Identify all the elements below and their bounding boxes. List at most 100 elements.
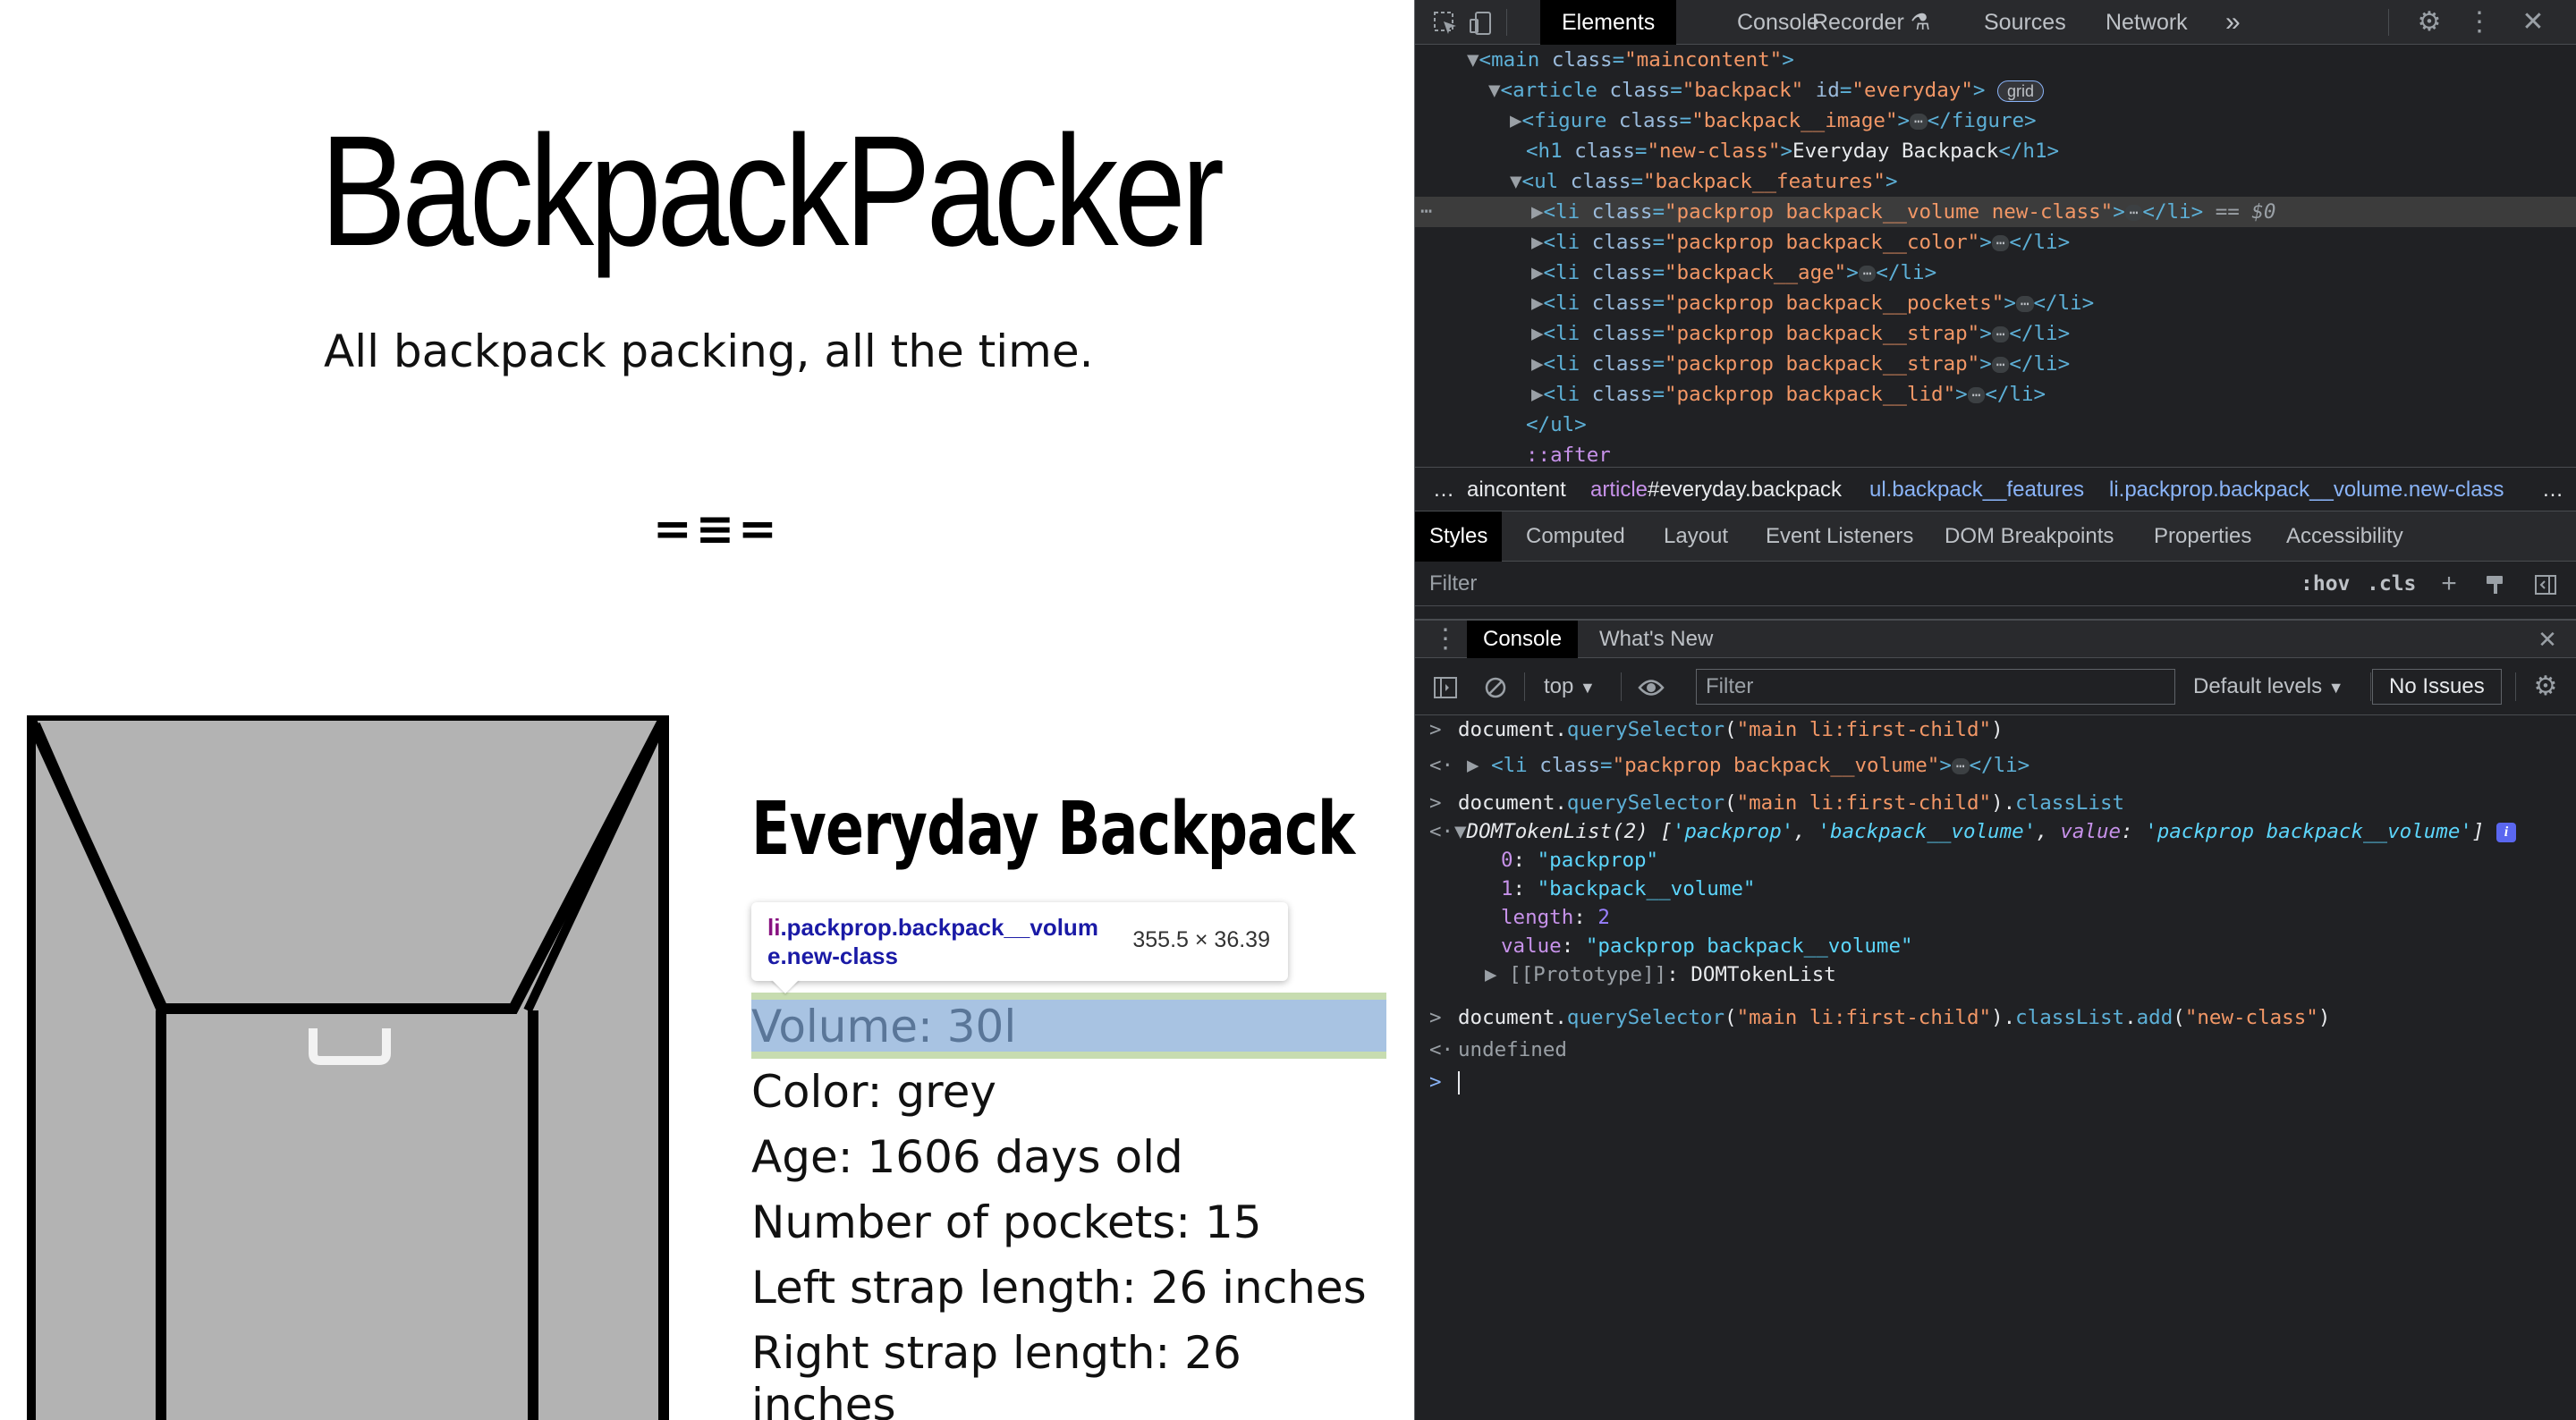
console-result-line: <· undefined bbox=[1415, 1035, 2576, 1064]
issues-button[interactable]: No Issues bbox=[2372, 669, 2502, 705]
feature-age: Age: 1606 days old bbox=[751, 1131, 1183, 1183]
grid-badge[interactable]: grid bbox=[1996, 80, 2044, 102]
kebab-menu-icon[interactable]: ⋮ bbox=[2462, 0, 2497, 45]
context-selector[interactable]: top ▼ bbox=[1544, 658, 1596, 716]
tooltip-arrow bbox=[771, 979, 800, 993]
console-filter-input[interactable]: Filter bbox=[1696, 669, 2175, 705]
tooltip-dimensions: 355.5 × 36.39 bbox=[1132, 927, 1270, 952]
dom-node-li-color[interactable]: ▶<li class="packprop backpack__color"> ⋯ <… bbox=[1415, 227, 2576, 258]
tab-recorder[interactable]: Recorder ⚗ bbox=[1812, 0, 1930, 45]
tab-properties[interactable]: Properties bbox=[2154, 511, 2251, 562]
dom-node-li-volume-selected[interactable]: ⋯ ▶<li class="packprop backpack__volume n… bbox=[1415, 197, 2576, 227]
collapsed-ellipsis-icon[interactable]: ⋯ bbox=[1991, 325, 2010, 342]
drawer-menu-icon[interactable]: ⋮ bbox=[1428, 621, 1463, 658]
collapsed-ellipsis-icon[interactable]: ⋯ bbox=[1991, 234, 2010, 251]
device-toolbar-icon[interactable] bbox=[1463, 0, 1499, 45]
dom-node-article[interactable]: ▼<article class="backpack" id="everyday"… bbox=[1415, 75, 2576, 106]
breadcrumb-scroll-left[interactable]: … bbox=[1433, 468, 1454, 512]
dom-node-main[interactable]: ▼<main class="maincontent"> bbox=[1415, 45, 2576, 75]
clear-console-icon[interactable] bbox=[1478, 658, 1513, 715]
inspect-element-icon[interactable] bbox=[1428, 0, 1463, 45]
tab-computed[interactable]: Computed bbox=[1526, 511, 1625, 562]
live-expression-eye-icon[interactable] bbox=[1633, 658, 1669, 715]
dom-node-li-lid[interactable]: ▶<li class="packprop backpack__lid"> ⋯ </l… bbox=[1415, 379, 2576, 410]
dropdown-arrow-icon: ▼ bbox=[1580, 679, 1596, 697]
collapsed-ellipsis-icon[interactable]: ⋯ bbox=[1951, 757, 1970, 774]
collapsed-ellipsis-icon[interactable]: ⋯ bbox=[1910, 113, 1928, 130]
section-divider: =≡= bbox=[653, 503, 781, 556]
console-sidebar-icon[interactable] bbox=[1428, 658, 1463, 715]
styles-filter-input[interactable]: Filter bbox=[1420, 567, 2279, 601]
info-icon[interactable]: i bbox=[2496, 822, 2517, 842]
toolbar-separator-right bbox=[2388, 9, 2389, 36]
console-result-line[interactable]: <· ▶ <li class="packprop backpack__volum… bbox=[1415, 751, 2576, 780]
feature-color: Color: grey bbox=[751, 1066, 996, 1118]
node-actions-icon[interactable]: ⋯ bbox=[1420, 197, 1432, 227]
close-drawer-icon[interactable]: ✕ bbox=[2529, 621, 2565, 658]
prompt-chevron-icon: > bbox=[1429, 1070, 1442, 1094]
prompt-chevron-icon: > bbox=[1429, 791, 1442, 815]
console-prop-line: value: "packprop backpack__volume" bbox=[1501, 934, 1913, 958]
toolbar-separator bbox=[1524, 672, 1525, 701]
collapsed-ellipsis-icon[interactable]: ⋯ bbox=[2015, 295, 2034, 312]
more-tabs-icon[interactable]: » bbox=[2225, 0, 2241, 45]
backpack-image bbox=[27, 715, 669, 1420]
prompt-chevron-icon: > bbox=[1429, 718, 1442, 741]
devtools-panel: Elements Console Recorder ⚗ Sources Netw… bbox=[1415, 0, 2576, 1420]
console-prototype-line[interactable]: ▶ [[Prototype]]: DOMTokenList bbox=[1415, 960, 2576, 989]
result-arrow-icon: <· bbox=[1429, 754, 1454, 777]
close-devtools-icon[interactable]: ✕ bbox=[2515, 0, 2551, 45]
prompt-chevron-icon: > bbox=[1429, 1006, 1442, 1029]
tab-console[interactable]: Console bbox=[1737, 0, 1819, 45]
result-arrow-icon: <· bbox=[1429, 820, 1454, 843]
dom-node-figure[interactable]: ▶<figure class="backpack__image"> ⋯ </figu… bbox=[1415, 106, 2576, 136]
console-prompt-input[interactable]: > bbox=[1415, 1068, 2576, 1096]
console-prop-line: 0: "packprop" bbox=[1501, 849, 1659, 872]
breadcrumb-li[interactable]: li.packprop.backpack__volume.new-class bbox=[2109, 468, 2504, 512]
collapsed-ellipsis-icon[interactable]: ⋯ bbox=[1858, 265, 1877, 282]
toolbar-separator bbox=[1621, 672, 1622, 701]
breadcrumb-scroll-right[interactable]: … bbox=[2542, 468, 2563, 512]
tab-elements[interactable]: Elements bbox=[1540, 0, 1677, 45]
console-toolbar: top ▼ Filter Default levels ▼ No Issues … bbox=[1415, 658, 2576, 715]
tab-sources[interactable]: Sources bbox=[1984, 0, 2066, 45]
drawer-tab-console[interactable]: Console bbox=[1467, 621, 1579, 658]
dom-node-ul[interactable]: ▼<ul class="backpack__features"> bbox=[1415, 166, 2576, 197]
tab-layout[interactable]: Layout bbox=[1664, 511, 1728, 562]
drawer-tab-whats-new[interactable]: What's New bbox=[1599, 621, 1713, 658]
hov-toggle[interactable]: :hov bbox=[2301, 562, 2350, 606]
collapsed-ellipsis-icon[interactable]: ⋯ bbox=[2124, 204, 2143, 221]
collapsed-ellipsis-icon[interactable]: ⋯ bbox=[1991, 356, 2010, 373]
tab-dom-breakpoints[interactable]: DOM Breakpoints bbox=[1945, 511, 2114, 562]
feature-left-strap: Left strap length: 26 inches bbox=[751, 1262, 1367, 1314]
devtools-main-toolbar: Elements Console Recorder ⚗ Sources Netw… bbox=[1415, 0, 2576, 45]
breadcrumb-article[interactable]: article#everyday.backpack bbox=[1590, 468, 1842, 512]
cls-toggle[interactable]: .cls bbox=[2367, 562, 2416, 606]
new-style-rule-icon[interactable]: + bbox=[2431, 562, 2467, 606]
tab-network[interactable]: Network bbox=[2106, 0, 2188, 45]
computed-styles-paint-icon[interactable] bbox=[2478, 562, 2513, 606]
breadcrumb-maincontent[interactable]: aincontent bbox=[1467, 468, 1566, 512]
log-levels-dropdown[interactable]: Default levels ▼ bbox=[2193, 658, 2344, 716]
dom-node-li-strap-left[interactable]: ▶<li class="packprop backpack__strap"> ⋯ <… bbox=[1415, 318, 2576, 349]
tab-accessibility[interactable]: Accessibility bbox=[2286, 511, 2403, 562]
collapsed-ellipsis-icon[interactable]: ⋯ bbox=[1967, 386, 1986, 403]
site-tagline: All backpack packing, all the time. bbox=[324, 325, 1094, 377]
dom-node-ul-close[interactable]: </ul> bbox=[1415, 410, 2576, 440]
console-output: > document.querySelector("main li:first-… bbox=[1415, 715, 2576, 1420]
dom-node-li-strap-right[interactable]: ▶<li class="packprop backpack__strap"> ⋯ <… bbox=[1415, 349, 2576, 379]
site-title: BackpackPacker bbox=[320, 104, 1224, 279]
tab-event-listeners[interactable]: Event Listeners bbox=[1766, 511, 1913, 562]
elements-subtabs: Styles Computed Layout Event Listeners D… bbox=[1415, 511, 2576, 562]
dom-node-after[interactable]: ::after bbox=[1415, 440, 2576, 470]
breadcrumb-ul[interactable]: ul.backpack__features bbox=[1869, 468, 2084, 512]
dom-node-li-pockets[interactable]: ▶<li class="packprop backpack__pockets">… bbox=[1415, 288, 2576, 318]
settings-gear-icon[interactable]: ⚙ bbox=[2411, 0, 2447, 45]
tab-styles[interactable]: Styles bbox=[1415, 511, 1503, 562]
console-result-line[interactable]: <· ▼DOMTokenList(2) ['packprop', 'backpa… bbox=[1415, 817, 2576, 846]
toggle-sidebar-icon[interactable] bbox=[2528, 562, 2563, 606]
dom-node-li-age[interactable]: ▶<li class="backpack__age"> ⋯ </li> bbox=[1415, 258, 2576, 288]
console-settings-gear-icon[interactable]: ⚙ bbox=[2528, 658, 2563, 715]
result-arrow-icon: <· bbox=[1429, 1038, 1454, 1061]
dom-node-h1[interactable]: <h1 class="new-class">Everyday Backpack<… bbox=[1415, 136, 2576, 166]
